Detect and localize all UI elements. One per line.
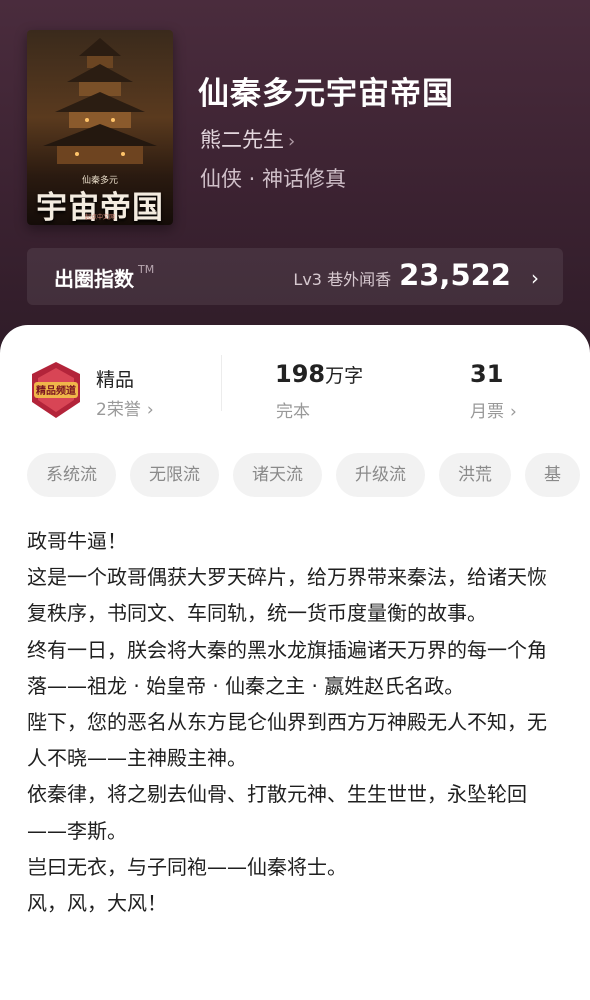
index-values: Lv3 巷外闻香 23,522 › xyxy=(293,258,539,292)
book-title: 仙秦多元宇宙帝国 xyxy=(198,76,454,112)
word-count-unit: 万字 xyxy=(325,365,364,387)
index-label-text: 出圈指数 xyxy=(54,267,134,291)
tag-chip[interactable]: 基 xyxy=(525,453,580,497)
book-genre: 仙侠 · 神话修真 xyxy=(200,167,347,191)
completion-status: 完本 xyxy=(276,402,310,422)
book-cover[interactable]: 仙秦多元 宇宙帝国 起点中文网 xyxy=(27,30,173,225)
book-description: 政哥牛逼！ 这是一个政哥偶获大罗天碎片，给万界带来秦法，给诸天恢复秩序，书同文、… xyxy=(27,523,555,921)
divider xyxy=(221,355,222,411)
description-paragraph: 依秦律，将之剔去仙骨、打散元神、生生世世，永坠轮回——李斯。 xyxy=(27,782,527,843)
honor-count: 2荣誉 xyxy=(96,400,141,420)
tag-chip[interactable]: 升级流 xyxy=(336,453,425,497)
monthly-ticket-label: 月票 xyxy=(470,402,504,422)
tag-list: 系统流 无限流 诸天流 升级流 洪荒 基 xyxy=(27,453,580,497)
quality-label: 精品 xyxy=(96,369,135,391)
index-label: 出圈指数 TM xyxy=(54,263,154,292)
chevron-right-icon: › xyxy=(531,266,539,290)
chevron-right-icon: › xyxy=(288,131,296,152)
monthly-ticket-link[interactable]: 月票 › xyxy=(470,397,517,422)
book-details-panel: 精品频道 精品 2荣誉 › 198万字 完本 31 月票 › 系统流 无限流 诸天流… xyxy=(0,325,590,1000)
description-paragraph: 岂曰无衣，与子同袍——仙秦将士。 xyxy=(27,854,347,879)
index-level: Lv3 巷外闻香 xyxy=(293,270,392,289)
honor-link[interactable]: 2荣誉 › xyxy=(96,395,154,420)
quality-badge-icon: 精品频道 xyxy=(28,360,84,422)
tag-chip[interactable]: 诸天流 xyxy=(233,453,322,497)
description-paragraph: 政哥牛逼！ xyxy=(27,529,127,553)
tag-chip[interactable]: 无限流 xyxy=(130,453,219,497)
description-paragraph: 终有一日，朕会将大秦的黑水龙旗插遍诸天万界的每一个角落——祖龙 · 始皇帝 · … xyxy=(27,637,547,698)
word-count: 198万字 xyxy=(275,360,363,388)
index-value: 23,522 xyxy=(399,258,511,292)
author-name: 熊二先生 xyxy=(200,128,284,152)
description-paragraph: 这是一个政哥偶获大罗天碎片，给万界带来秦法，给诸天恢复秩序，书同文、车同轨，统一… xyxy=(27,565,547,626)
word-count-value: 198 xyxy=(275,360,326,388)
description-paragraph: 风，风，大风！ xyxy=(27,891,167,916)
tag-chip[interactable]: 系统流 xyxy=(27,453,116,497)
book-author[interactable]: 熊二先生 › xyxy=(200,124,295,154)
chevron-right-icon: › xyxy=(510,402,517,422)
trademark-mark: TM xyxy=(138,263,155,276)
popularity-index-bar[interactable]: 出圈指数 TM Lv3 巷外闻香 23,522 › xyxy=(27,248,563,305)
chevron-right-icon: › xyxy=(146,400,154,420)
cover-publisher: 起点中文网 xyxy=(84,214,115,221)
description-paragraph: 陛下，您的恶名从东方昆仑仙界到西方万神殿无人不知，无人不晓——主神殿主神。 xyxy=(27,710,547,771)
badge-text: 精品频道 xyxy=(36,384,76,397)
tag-chip[interactable]: 洪荒 xyxy=(439,453,511,497)
monthly-ticket-count: 31 xyxy=(470,360,504,388)
book-header: 仙秦多元 宇宙帝国 起点中文网 仙秦多元宇宙帝国 熊二先生 › 仙侠 · 神话修真… xyxy=(0,0,590,360)
